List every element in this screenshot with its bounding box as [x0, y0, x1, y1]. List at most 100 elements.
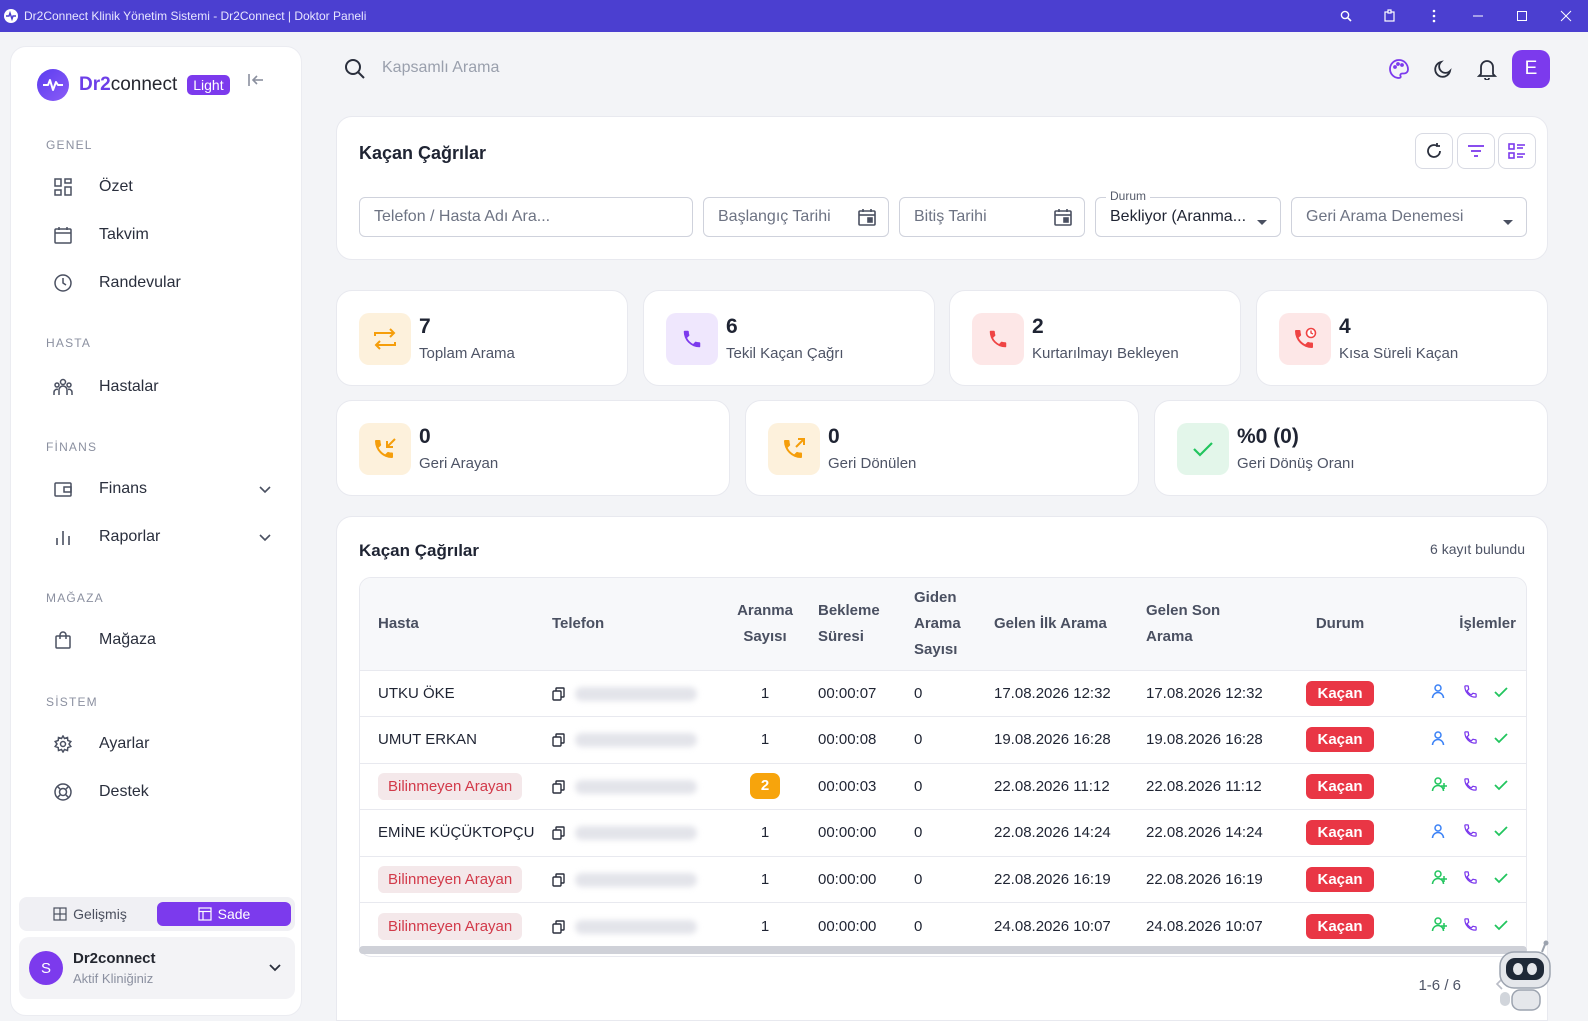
- dark-mode-icon[interactable]: [1430, 56, 1456, 82]
- copy-icon[interactable]: [552, 871, 565, 888]
- cell-outgoing-count: 0: [914, 684, 923, 702]
- phone-patient-search-input[interactable]: Telefon / Hasta Adı Ara...: [359, 197, 693, 237]
- mark-done-icon[interactable]: [1494, 824, 1508, 841]
- brand-logo-icon: [37, 69, 69, 101]
- call-back-icon[interactable]: [1463, 684, 1478, 703]
- collapse-sidebar-icon[interactable]: [247, 73, 265, 92]
- clinic-switcher[interactable]: S Dr2connect Aktif Kliniğiniz: [19, 937, 295, 999]
- sidebar-item-hastalar[interactable]: Hastalar: [36, 367, 276, 407]
- sidebar-item-destek[interactable]: Destek: [36, 772, 276, 812]
- end-date-field[interactable]: Bitiş Tarihi: [899, 197, 1085, 237]
- zoom-icon[interactable]: [1324, 10, 1368, 22]
- sidebar-item-randevular[interactable]: Randevular: [36, 263, 276, 303]
- filter-button[interactable]: [1457, 133, 1495, 169]
- status-select[interactable]: Durum Bekliyor (Aranma...: [1095, 189, 1281, 237]
- start-date-field[interactable]: Başlangıç Tarihi: [703, 197, 889, 237]
- view-toggle-button[interactable]: [1498, 133, 1536, 169]
- mark-done-icon[interactable]: [1494, 685, 1508, 702]
- sidebar-item-magaza[interactable]: Mağaza: [36, 620, 276, 660]
- view-mode-toggle: Gelişmiş Sade: [19, 897, 295, 931]
- copy-icon[interactable]: [552, 824, 565, 841]
- col-hasta[interactable]: Hasta: [360, 578, 544, 670]
- table-row[interactable]: EMİNE KÜÇÜKTOPÇU 1 00:00:00 0 22.08.2026 14:…: [360, 809, 1526, 857]
- sidebar-item-ozet[interactable]: Özet: [36, 167, 276, 207]
- cell-patient: Bilinmeyen Arayan: [360, 763, 544, 810]
- status-badge: Kaçan: [1306, 680, 1374, 706]
- maximize-icon[interactable]: [1500, 10, 1544, 22]
- patient-profile-icon[interactable]: [1431, 683, 1447, 703]
- minimize-icon[interactable]: [1456, 10, 1500, 22]
- bell-icon[interactable]: [1474, 56, 1500, 82]
- col-telefon[interactable]: Telefon: [544, 578, 720, 670]
- assistant-robot-icon[interactable]: [1494, 940, 1560, 1016]
- call-back-icon[interactable]: [1463, 777, 1478, 796]
- patient-name[interactable]: EMİNE KÜÇÜKTOPÇU: [378, 824, 534, 841]
- sidebar-item-ayarlar[interactable]: Ayarlar: [36, 724, 276, 764]
- col-giden-arama-sayisi[interactable]: Giden Arama Sayısı: [906, 578, 986, 670]
- status-badge: Kaçan: [1306, 866, 1374, 892]
- col-durum[interactable]: Durum: [1290, 578, 1390, 670]
- calendar-icon[interactable]: [858, 208, 876, 231]
- col-gelen-son-arama[interactable]: Gelen Son Arama: [1138, 578, 1290, 670]
- sidebar-item-finans[interactable]: Finans: [36, 469, 276, 509]
- table-row[interactable]: Bilinmeyen Arayan 1 00:00:00 0 22.08.2026 16…: [360, 856, 1526, 903]
- brand[interactable]: Dr2connect Light: [37, 69, 230, 101]
- stat-value: %0 (0): [1237, 425, 1299, 448]
- copy-icon[interactable]: [552, 778, 565, 795]
- copy-icon[interactable]: [552, 731, 565, 748]
- extensions-icon[interactable]: [1368, 9, 1412, 23]
- phone-outgoing-icon: [768, 423, 820, 475]
- call-back-icon[interactable]: [1463, 870, 1478, 889]
- palette-icon[interactable]: [1386, 56, 1412, 82]
- add-patient-icon[interactable]: [1431, 869, 1447, 889]
- patient-name[interactable]: UTKU ÖKE: [378, 685, 455, 702]
- cell-first-call: 22.08.2026 11:12: [994, 777, 1110, 795]
- patient-profile-icon[interactable]: [1431, 823, 1447, 843]
- col-bekleme-suresi[interactable]: Bekleme Süresi: [810, 578, 906, 670]
- horizontal-scrollbar[interactable]: [359, 946, 1527, 954]
- sidebar-item-takvim[interactable]: Takvim: [36, 215, 276, 255]
- phone-clock-icon: [1279, 313, 1331, 365]
- refresh-button[interactable]: [1415, 133, 1453, 169]
- table-row[interactable]: Bilinmeyen Arayan 2 00:00:03 0 22.08.2026 11…: [360, 763, 1526, 810]
- close-icon[interactable]: [1544, 10, 1588, 22]
- mode-simple-button[interactable]: Sade: [157, 902, 291, 926]
- table-title: Kaçan Çağrılar: [359, 541, 479, 560]
- patient-name[interactable]: UMUT ERKAN: [378, 731, 477, 748]
- cell-first-call: 17.08.2026 12:32: [994, 684, 1111, 702]
- global-search-input[interactable]: [382, 56, 782, 80]
- sidebar-item-label: Randevular: [99, 274, 181, 291]
- sidebar-item-raporlar[interactable]: Raporlar: [36, 517, 276, 557]
- add-patient-icon[interactable]: [1431, 916, 1447, 936]
- retry-attempt-placeholder: Geri Arama Denemesi: [1306, 208, 1464, 225]
- cell-outgoing-count: 0: [914, 917, 923, 935]
- retry-attempt-select[interactable]: Geri Arama Denemesi: [1291, 197, 1527, 237]
- mode-advanced-button[interactable]: Gelişmiş: [23, 902, 157, 926]
- col-gelen-ilk-arama[interactable]: Gelen İlk Arama: [986, 578, 1138, 670]
- col-aranma-sayisi[interactable]: Aranma Sayısı: [720, 578, 810, 670]
- clock-icon: [51, 271, 75, 295]
- calendar-icon[interactable]: [1054, 208, 1072, 231]
- sidebar-item-label: Özet: [99, 178, 133, 195]
- call-back-icon[interactable]: [1463, 823, 1478, 842]
- stat-value: 4: [1339, 315, 1351, 338]
- mark-done-icon[interactable]: [1494, 731, 1508, 748]
- call-back-icon[interactable]: [1463, 917, 1478, 936]
- cell-last-call: 19.08.2026 16:28: [1146, 731, 1263, 749]
- mark-done-icon[interactable]: [1494, 778, 1508, 795]
- table-row[interactable]: UTKU ÖKE 1 00:00:07 0 17.08.2026 12:32 17.08.…: [360, 670, 1526, 717]
- cell-actions: [1390, 717, 1526, 764]
- mark-done-icon[interactable]: [1494, 918, 1508, 935]
- copy-icon[interactable]: [552, 685, 565, 702]
- table-row[interactable]: UMUT ERKAN 1 00:00:08 0 19.08.2026 16:28 19.0…: [360, 716, 1526, 764]
- patient-profile-icon[interactable]: [1431, 730, 1447, 750]
- call-back-icon[interactable]: [1463, 730, 1478, 749]
- chevron-down-icon: [269, 959, 281, 977]
- table-row[interactable]: Bilinmeyen Arayan 1 00:00:00 0 24.08.2026 10…: [360, 902, 1526, 950]
- add-patient-icon[interactable]: [1431, 776, 1447, 796]
- user-avatar[interactable]: E: [1512, 50, 1550, 88]
- mark-done-icon[interactable]: [1494, 871, 1508, 888]
- cell-first-call: 22.08.2026 14:24: [994, 824, 1111, 842]
- more-menu-icon[interactable]: [1412, 9, 1456, 23]
- copy-icon[interactable]: [552, 918, 565, 935]
